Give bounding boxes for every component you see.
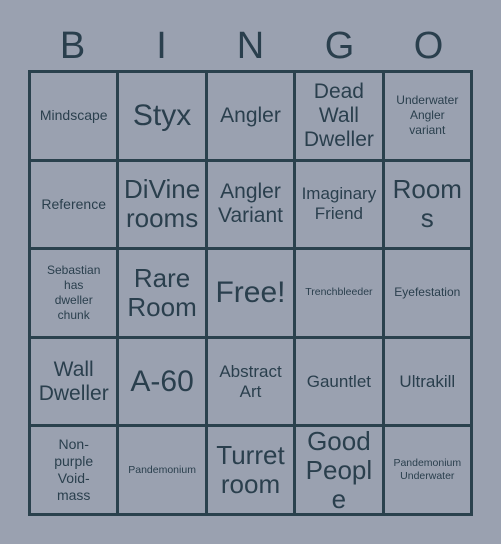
bingo-cell-label: Styx bbox=[132, 99, 192, 133]
bingo-cell-r2c3[interactable]: Angler Variant bbox=[207, 161, 297, 251]
bingo-cell-label: Gauntlet bbox=[306, 371, 372, 391]
bingo-cell-r4c4[interactable]: Gauntlet bbox=[296, 338, 385, 428]
bingo-cell-label: Reference bbox=[41, 195, 106, 212]
bingo-cell-label: Angler bbox=[220, 103, 281, 127]
bingo-grid: Mindscape Styx Angler Dead Wall Dweller … bbox=[28, 70, 473, 516]
bingo-cell-r5c2[interactable]: Pandemonium bbox=[119, 427, 208, 516]
bingo-cell-r1c1[interactable]: Mindscape bbox=[31, 73, 120, 162]
bingo-cell-r3c4[interactable]: Trenchbleeder bbox=[296, 250, 385, 339]
bingo-cell-label: Abstract Art bbox=[219, 361, 282, 401]
bingo-cell-r4c2[interactable]: A-60 bbox=[119, 338, 208, 428]
bingo-cell-label: Imaginary Friend bbox=[301, 184, 377, 224]
bingo-cell-label: DiVine rooms bbox=[124, 174, 201, 234]
bingo-cell-r2c5[interactable]: Rooms bbox=[384, 161, 473, 251]
bingo-cell-r2c1[interactable]: Reference bbox=[31, 161, 120, 251]
bingo-cell-r5c1[interactable]: Non- purple Void- mass bbox=[31, 427, 120, 516]
bingo-cell-label: Eyefestation bbox=[394, 285, 461, 300]
bingo-cell-label: Rooms bbox=[392, 174, 462, 234]
bingo-cell-r5c4[interactable]: Good People bbox=[296, 427, 385, 516]
bingo-cell-r1c5[interactable]: Underwater Angler variant bbox=[384, 73, 473, 162]
bingo-cell-r3c2[interactable]: Rare Room bbox=[119, 250, 208, 339]
bingo-cell-label: Good People bbox=[305, 427, 373, 514]
bingo-cell-r4c3[interactable]: Abstract Art bbox=[207, 338, 297, 428]
bingo-header: B I N G O bbox=[28, 22, 473, 70]
header-letter-i: I bbox=[156, 25, 167, 67]
bingo-cell-r2c2[interactable]: DiVine rooms bbox=[119, 161, 208, 251]
bingo-cell-r1c4[interactable]: Dead Wall Dweller bbox=[296, 73, 385, 162]
bingo-cell-r3c1[interactable]: Sebastian has dweller chunk bbox=[31, 250, 120, 339]
bingo-card: B I N G O Mindscape Styx Angler Dead Wal… bbox=[0, 0, 501, 544]
bingo-cell-label: Trenchbleeder bbox=[305, 286, 373, 299]
bingo-cell-label: Underwater Angler variant bbox=[396, 93, 459, 138]
bingo-cell-label: Pandemonium Underwater bbox=[393, 457, 462, 483]
header-letter-b: B bbox=[59, 25, 86, 67]
bingo-cell-label: Wall Dweller bbox=[38, 357, 109, 405]
bingo-cell-label: Non- purple Void- mass bbox=[54, 436, 94, 504]
bingo-cell-r4c5[interactable]: Ultrakill bbox=[384, 338, 473, 428]
header-letter-o: O bbox=[413, 25, 444, 67]
bingo-cell-r4c1[interactable]: Wall Dweller bbox=[31, 338, 120, 428]
bingo-cell-label: Angler Variant bbox=[218, 180, 283, 228]
bingo-cell-label: Rare Room bbox=[127, 262, 197, 322]
bingo-cell-label: Turret room bbox=[216, 440, 285, 500]
bingo-cell-label: Sebastian has dweller chunk bbox=[47, 262, 101, 322]
bingo-cell-r1c3[interactable]: Angler bbox=[207, 73, 297, 162]
bingo-cell-r3c5[interactable]: Eyefestation bbox=[384, 250, 473, 339]
bingo-cell-label: A-60 bbox=[130, 365, 194, 399]
bingo-cell-r2c4[interactable]: Imaginary Friend bbox=[296, 161, 385, 251]
bingo-cell-label: Dead Wall Dweller bbox=[303, 79, 374, 151]
bingo-cell-free-space[interactable]: Free! bbox=[207, 250, 297, 339]
bingo-cell-r1c2[interactable]: Styx bbox=[119, 73, 208, 162]
header-letter-g: G bbox=[324, 25, 355, 67]
free-space-label: Free! bbox=[215, 276, 286, 310]
bingo-cell-label: Mindscape bbox=[39, 107, 108, 124]
bingo-cell-r5c3[interactable]: Turret room bbox=[207, 427, 297, 516]
bingo-cell-label: Pandemonium bbox=[128, 463, 196, 476]
header-letter-n: N bbox=[236, 25, 265, 67]
bingo-cell-label: Ultrakill bbox=[399, 371, 456, 391]
bingo-cell-r5c5[interactable]: Pandemonium Underwater bbox=[384, 427, 473, 516]
